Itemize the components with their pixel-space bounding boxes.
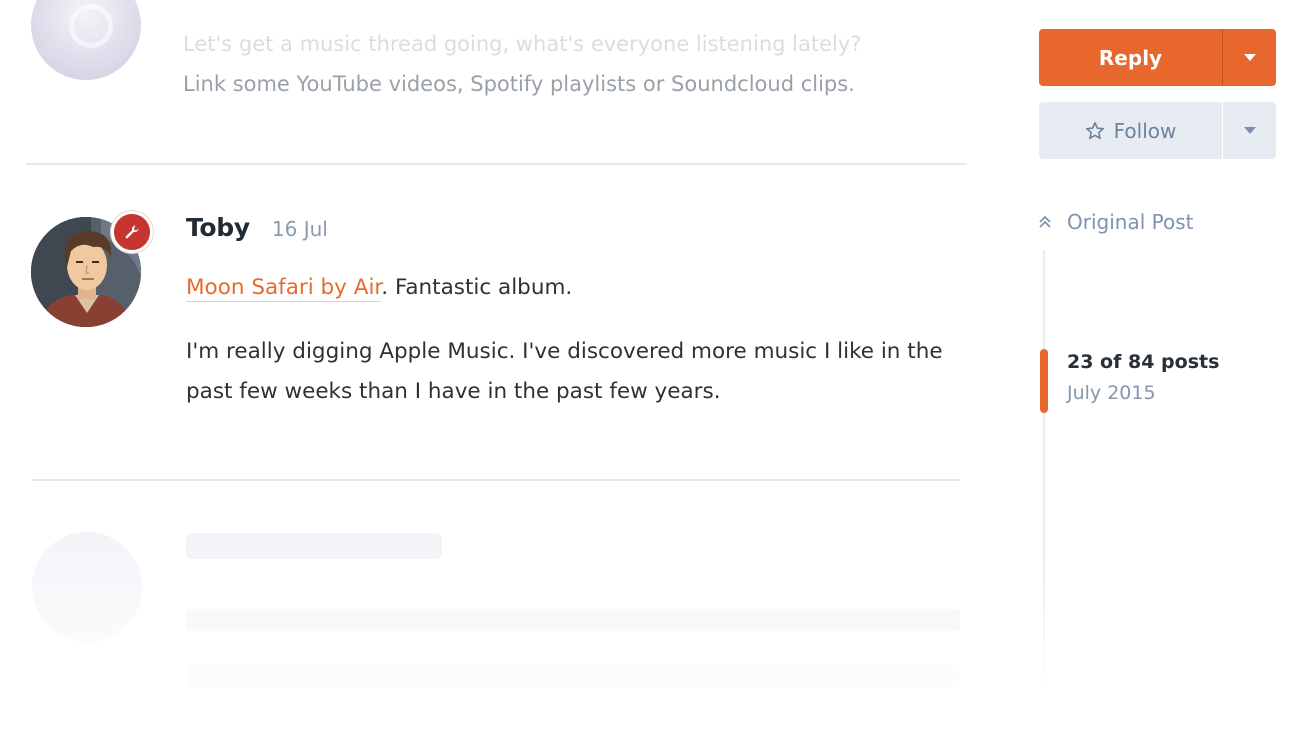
follow-button[interactable]: Follow bbox=[1039, 102, 1222, 159]
post-divider bbox=[26, 163, 967, 165]
scrubber-track[interactable] bbox=[1043, 250, 1045, 690]
star-icon bbox=[1085, 121, 1105, 141]
double-chevron-up-icon bbox=[1037, 214, 1053, 230]
scrubber-position: 23 of 84 posts bbox=[1067, 351, 1220, 373]
previous-post-body: Let's get a music thread going, what's e… bbox=[183, 24, 963, 104]
loading-line-placeholder bbox=[186, 665, 960, 687]
follow-button-label: Follow bbox=[1113, 118, 1177, 143]
previous-post-avatar[interactable] bbox=[31, 0, 141, 80]
original-post-link[interactable]: Original Post bbox=[1037, 206, 1193, 238]
post-divider bbox=[32, 479, 960, 481]
album-link[interactable]: Moon Safari by Air bbox=[186, 275, 382, 302]
post-paragraph-1-text: . Fantastic album. bbox=[381, 275, 573, 300]
post-date-link[interactable]: 16 Jul bbox=[272, 217, 328, 241]
post-paragraph-2: I'm really digging Apple Music. I've dis… bbox=[186, 332, 966, 412]
scrubber-date: July 2015 bbox=[1067, 382, 1156, 404]
previous-avatar-ring bbox=[69, 4, 113, 48]
previous-post-line-1: Let's get a music thread going, what's e… bbox=[183, 32, 862, 56]
reply-button[interactable]: Reply bbox=[1039, 29, 1222, 86]
loading-line-placeholder bbox=[186, 609, 960, 631]
username-link[interactable]: Toby bbox=[186, 213, 250, 242]
post-paragraph-2-line-2: past few weeks than I have in the past f… bbox=[186, 379, 721, 404]
post-body: Moon Safari by Air. Fantastic album. I'm… bbox=[186, 268, 966, 412]
caret-down-icon bbox=[1243, 54, 1256, 61]
reply-dropdown-toggle[interactable] bbox=[1223, 29, 1276, 86]
post-paragraph-1: Moon Safari by Air. Fantastic album. bbox=[186, 268, 966, 308]
discussion-page: Let's get a music thread going, what's e… bbox=[0, 0, 1310, 741]
previous-post-line-2: Link some YouTube videos, Spotify playli… bbox=[183, 72, 855, 96]
original-post-label: Original Post bbox=[1067, 210, 1194, 234]
loading-avatar-placeholder bbox=[32, 532, 142, 642]
moderator-badge bbox=[111, 211, 153, 253]
scrubber-handle[interactable] bbox=[1040, 349, 1048, 413]
loading-title-placeholder bbox=[186, 533, 442, 559]
wrench-icon bbox=[124, 224, 140, 240]
follow-button-group: Follow bbox=[1039, 102, 1276, 159]
post-paragraph-2-line-1: I'm really digging Apple Music. I've dis… bbox=[186, 339, 943, 364]
post-header: Toby 16 Jul bbox=[186, 213, 328, 253]
follow-dropdown-toggle[interactable] bbox=[1223, 102, 1276, 159]
caret-down-icon bbox=[1243, 127, 1256, 134]
reply-button-group: Reply bbox=[1039, 29, 1276, 86]
